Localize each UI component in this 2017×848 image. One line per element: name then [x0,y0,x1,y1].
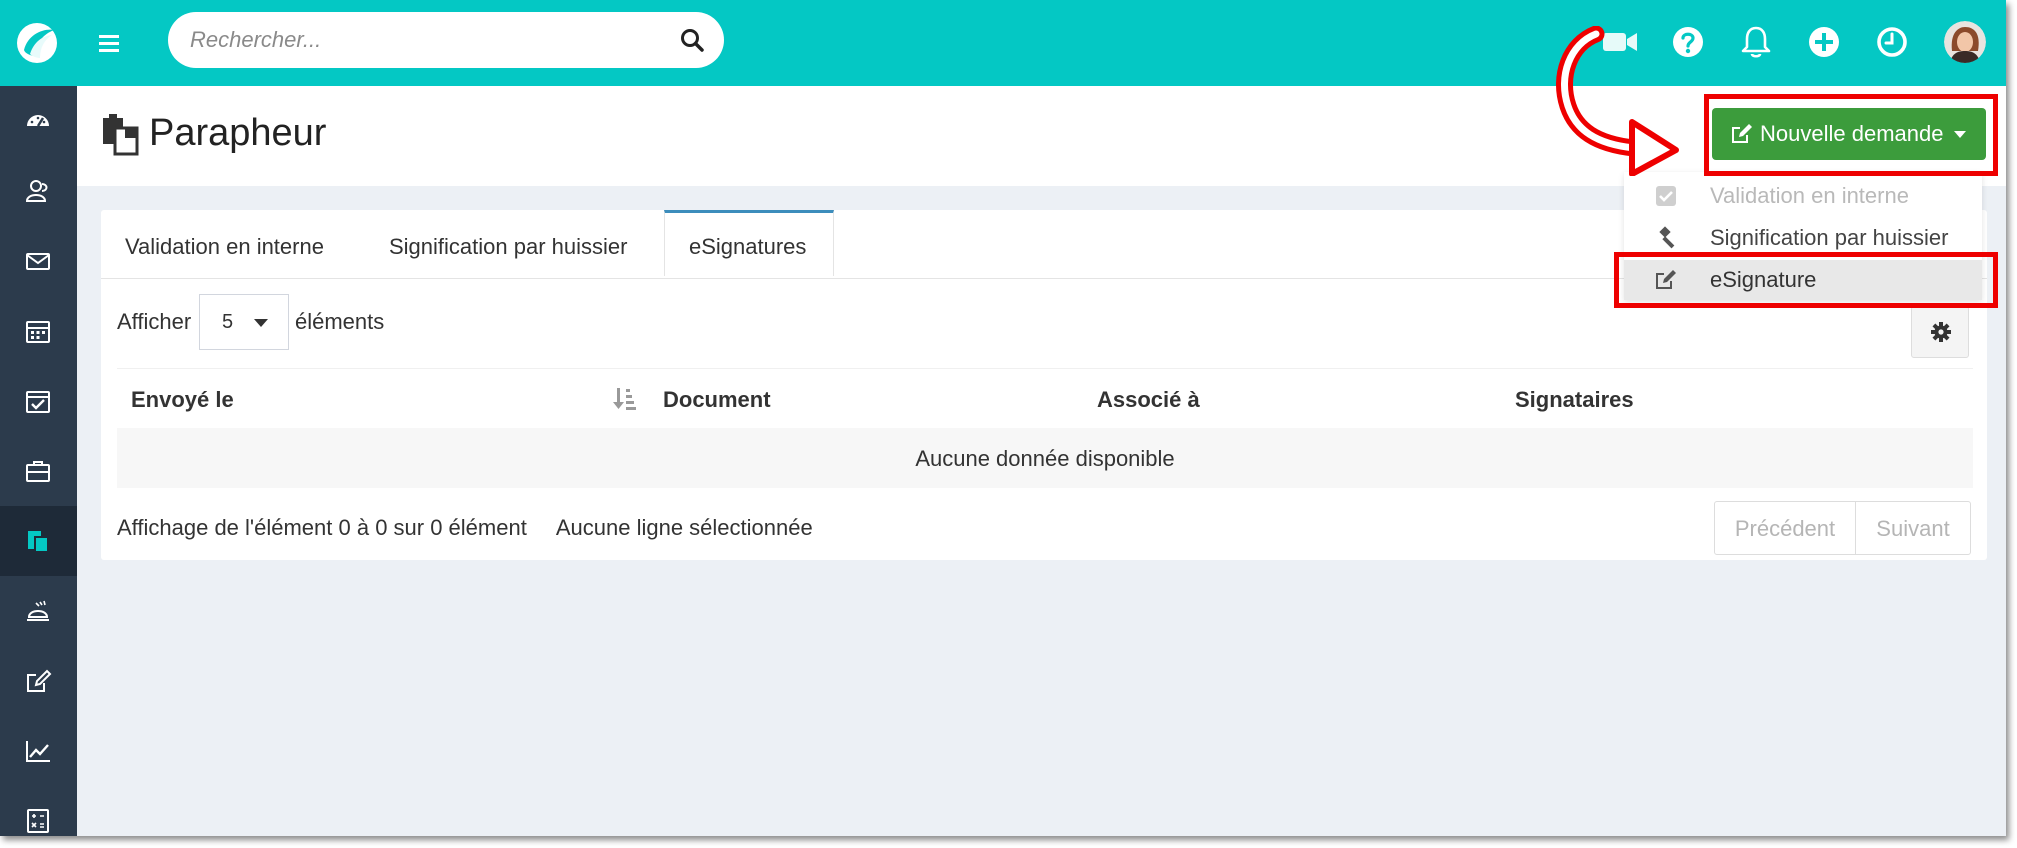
column-header-associated[interactable]: Associé à [1097,387,1200,413]
avatar[interactable] [1944,21,1986,63]
column-header-sent-date[interactable]: Envoyé le [131,387,234,413]
sidebar [0,86,77,836]
calendar-icon [26,321,50,343]
tab-label: eSignatures [689,234,807,259]
app-window: Rechercher... Parapheur Validation en in… [0,0,2006,836]
pagination-info: Affichage de l'élément 0 à 0 sur 0 éléme… [117,515,527,540]
checkbox-checked-icon [1656,186,1676,206]
top-navbar: Rechercher... [0,0,2006,86]
empty-message: Aucune donnée disponible [915,446,1175,471]
bell-icon[interactable] [1736,22,1776,62]
chart-icon [26,741,50,762]
clock-icon[interactable] [1872,22,1912,62]
tab-esignatures[interactable]: eSignatures [664,210,834,276]
parapheur-icon [103,114,139,156]
table-empty-row: Aucune donnée disponible [117,428,1973,488]
column-header-document[interactable]: Document [663,387,771,413]
sidebar-item-dashboard[interactable] [0,86,77,156]
plus-circle-icon[interactable] [1804,22,1844,62]
sidebar-item-billing[interactable] [0,786,77,836]
calendar-check-icon [26,391,50,413]
table-info: Affichage de l'élément 0 à 0 sur 0 éléme… [117,515,813,541]
gavel-icon [1659,226,1675,249]
caret-down-icon [254,319,268,327]
search-placeholder: Rechercher... [190,27,322,52]
app-logo-icon[interactable] [14,20,60,66]
sort-descending-icon[interactable] [613,385,637,411]
next-page-button[interactable]: Suivant [1855,501,1971,555]
next-label: Suivant [1876,516,1950,541]
table-settings-button[interactable] [1911,306,1969,358]
tab-validation-interne[interactable]: Validation en interne [101,210,324,278]
mail-icon [26,253,50,270]
column-header-signatories[interactable]: Signataires [1515,387,1634,413]
menu-item-label: Validation en interne [1710,183,1909,208]
search-icon[interactable] [678,26,706,54]
previous-page-button[interactable]: Précédent [1714,501,1856,555]
calculator-icon [27,809,49,833]
selection-info: Aucune ligne sélectionnée [555,515,813,540]
page-length-value: 5 [222,311,234,333]
length-prefix: Afficher [117,309,192,334]
sidebar-item-notes[interactable] [0,646,77,716]
service-bell-icon [27,600,49,621]
sidebar-item-cases[interactable] [0,436,77,506]
sidebar-item-parapheur[interactable] [0,506,77,576]
previous-label: Précédent [1734,516,1836,541]
tab-label: Validation en interne [125,234,324,259]
highlight-new-request [1704,94,1998,176]
dashboard-icon [27,115,49,127]
menu-item-label: Signification par huissier [1710,225,1949,250]
sidebar-item-services[interactable] [0,576,77,646]
highlight-esignature [1614,252,1998,308]
sidebar-item-contacts[interactable] [0,156,77,226]
sidebar-item-calendar[interactable] [0,296,77,366]
briefcase-icon [26,461,50,482]
menu-toggle-icon[interactable] [96,28,126,58]
curved-arrow-icon [1556,26,1679,176]
contacts-icon [25,180,48,202]
menu-item-validation-interne[interactable]: Validation en interne [1624,176,1982,216]
tab-signification-huissier[interactable]: Signification par huissier [365,210,635,278]
sidebar-item-tasks[interactable] [0,366,77,436]
page-title: Parapheur [149,112,327,154]
table-header: Envoyé le Document Associé à Signataires [117,368,1973,427]
edit-icon [27,669,52,692]
sidebar-item-mail[interactable] [0,226,77,296]
sidebar-item-reports[interactable] [0,716,77,786]
page-length-select[interactable]: 5 [199,294,289,350]
search-input[interactable]: Rechercher... [168,12,724,68]
gear-icon [1931,322,1951,342]
length-suffix: éléments [295,309,385,334]
tab-label: Signification par huissier [389,234,628,259]
parapheur-icon [28,531,49,553]
